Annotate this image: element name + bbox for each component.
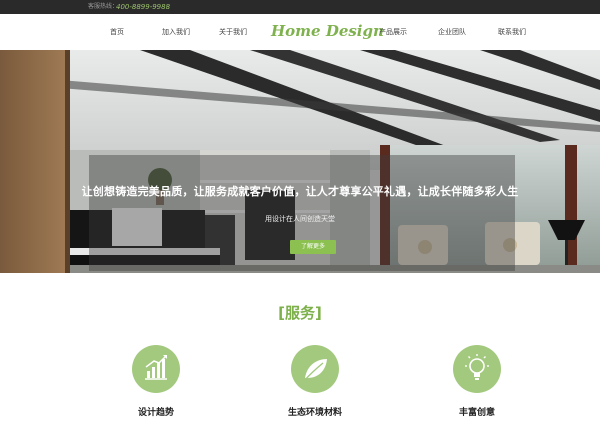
hero-banner: 让创想铸造完美品质，让服务成就客户价值，让人才尊享公平礼遇，让成长伴随多彩人生 … bbox=[0, 50, 600, 273]
service-card-label: 设计趋势 bbox=[137, 408, 174, 418]
learn-more-button[interactable]: 了解更多 bbox=[290, 240, 336, 254]
service-card-creativity[interactable]: 丰富创意 bbox=[431, 345, 521, 418]
main-nav: 首页 加入我们 关于我们 Home Design 产品展示 企业团队 联系我们 bbox=[0, 14, 600, 50]
nav-item-contact[interactable]: 联系我们 bbox=[498, 27, 526, 37]
nav-item-about-us[interactable]: 关于我们 bbox=[219, 27, 247, 37]
hero-headline: 让创想铸造完美品质，让服务成就客户价值，让人才尊享公平礼遇，让成长伴随多彩人生 bbox=[81, 185, 519, 198]
leaf-icon bbox=[291, 345, 339, 393]
hotline-label: 客服热线： bbox=[88, 3, 119, 10]
service-card-design-trend[interactable]: 设计趋势 bbox=[110, 345, 200, 418]
top-bar: 客服热线： 400-8899-9988 bbox=[0, 0, 600, 14]
nav-item-products[interactable]: 产品展示 bbox=[379, 27, 407, 37]
trend-chart-icon bbox=[132, 345, 180, 393]
hotline-phone[interactable]: 400-8899-9988 bbox=[116, 1, 170, 13]
lightbulb-icon bbox=[453, 345, 501, 393]
service-card-eco-materials[interactable]: 生态环境材料 bbox=[269, 345, 359, 418]
services-title: [服务] bbox=[278, 304, 322, 322]
nav-item-join-us[interactable]: 加入我们 bbox=[162, 27, 190, 37]
site-logo[interactable]: Home Design bbox=[271, 21, 384, 41]
nav-item-home[interactable]: 首页 bbox=[110, 27, 124, 37]
service-card-label: 丰富创意 bbox=[458, 408, 495, 418]
hero-subline: 用设计在人间创造天堂 bbox=[265, 215, 335, 223]
nav-item-team[interactable]: 企业团队 bbox=[438, 27, 466, 37]
service-card-label: 生态环境材料 bbox=[287, 408, 342, 418]
